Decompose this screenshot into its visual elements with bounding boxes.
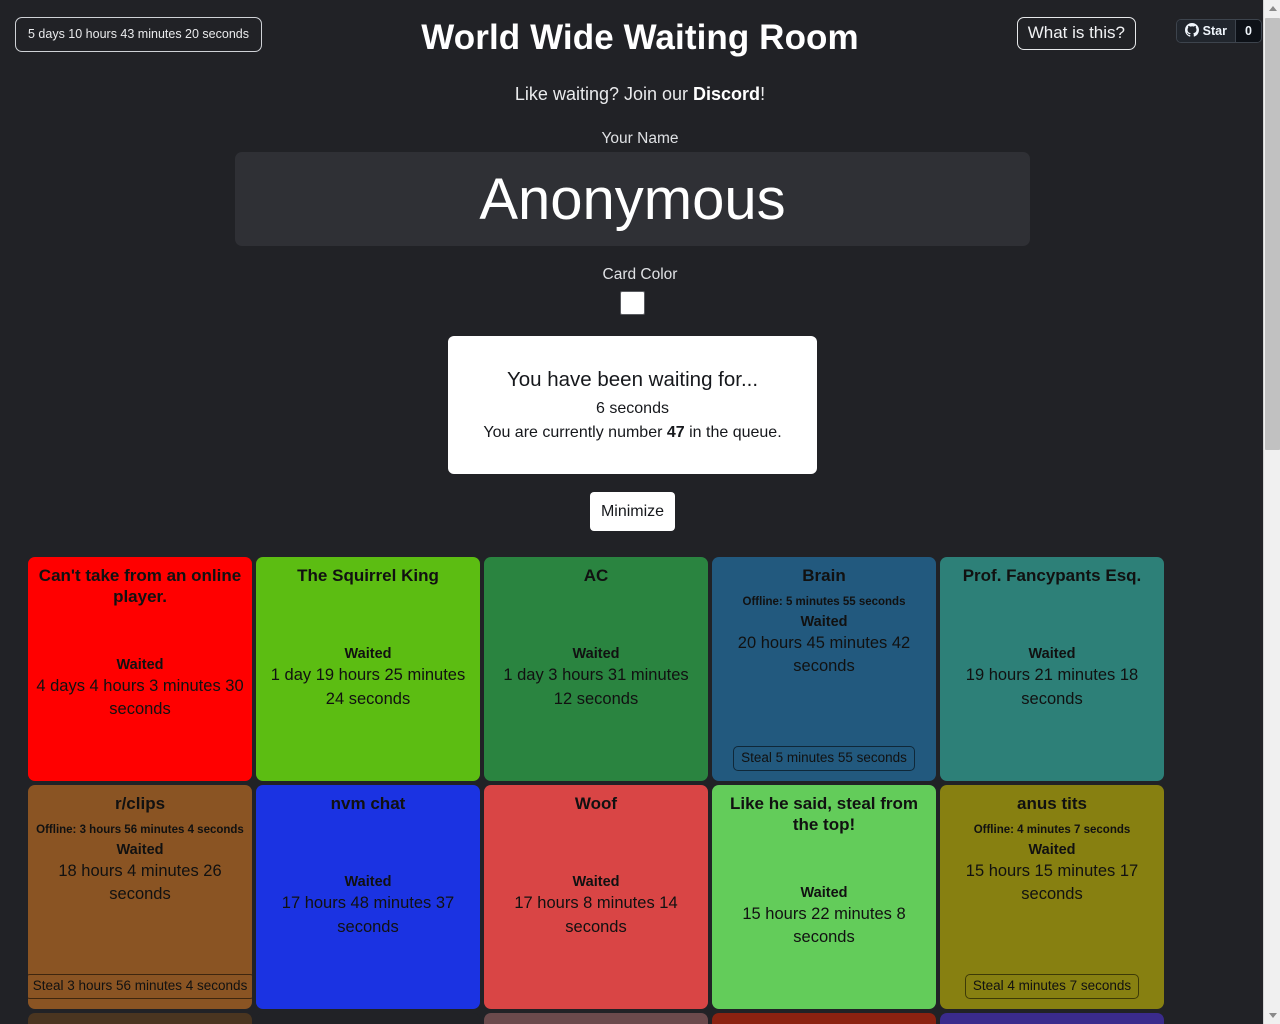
card-row: [28, 1013, 1179, 1024]
waiting-card-waited-block: Waited 4 days 4 hours 3 minutes 30 second…: [36, 607, 244, 771]
what-is-this-button[interactable]: What is this?: [1016, 17, 1136, 50]
waiting-card-name: Like he said, steal from the top!: [729, 794, 918, 834]
waiting-card-name: anus tits: [1017, 794, 1087, 813]
waiting-card[interactable]: Like he said, steal from the top! Waited 1…: [712, 785, 936, 1009]
steal-time-button[interactable]: Steal 3 hours 56 minutes 4 seconds: [28, 974, 252, 999]
waiting-card-waited-block: Waited 17 hours 8 minutes 14 seconds: [492, 815, 700, 999]
queue-prefix: You are currently number: [483, 423, 667, 441]
queue-suffix: in the queue.: [684, 423, 782, 441]
waiting-card[interactable]: Woof Waited 17 hours 8 minutes 14 seconds: [484, 785, 708, 1009]
page-root: 5 days 10 hours 43 minutes 20 seconds Wo…: [0, 0, 1280, 1024]
waiting-card-offline-status: Offline: 4 minutes 7 seconds: [973, 823, 1131, 836]
waited-value: 17 hours 48 minutes 37 seconds: [281, 894, 455, 936]
waited-value: 17 hours 8 minutes 14 seconds: [514, 894, 678, 936]
waiting-card-waited-block: Waited 20 hours 45 minutes 42 seconds: [720, 614, 928, 679]
waiting-card-name: Prof. Fancypants Esq.: [962, 566, 1142, 585]
discord-invite-suffix: !: [760, 84, 766, 104]
waited-label: Waited: [116, 656, 164, 673]
status-card: You have been waiting for... 6 seconds Y…: [448, 336, 817, 474]
card-row: r/clips Offline: 3 hours 56 minutes 4 sec…: [28, 785, 1179, 1009]
waited-label: Waited: [572, 646, 620, 663]
waited-label: Waited: [1028, 841, 1076, 858]
waiting-card[interactable]: nvm chat Waited 17 hours 48 minutes 37 sec…: [256, 785, 480, 1009]
waiting-card[interactable]: anus tits Offline: 4 minutes 7 seconds Wai…: [940, 785, 1164, 1009]
waited-label: Waited: [800, 884, 848, 901]
waited-value: 15 hours 15 minutes 17 seconds: [965, 861, 1139, 904]
waiting-card-name: r/clips: [114, 794, 166, 813]
waiting-card[interactable]: [940, 1013, 1164, 1024]
waiting-card[interactable]: AC Waited 1 day 3 hours 31 minutes 12 seco…: [484, 557, 708, 781]
waiting-card-name: The Squirrel King: [297, 566, 439, 585]
waiting-card-waited-block: Waited 18 hours 4 minutes 26 seconds: [36, 842, 244, 907]
github-icon: [1184, 22, 1199, 40]
waiting-card-waited-block: Waited 1 day 3 hours 31 minutes 12 second…: [492, 587, 700, 771]
waited-label: Waited: [1028, 646, 1076, 663]
status-elapsed: 6 seconds: [596, 399, 669, 417]
waiting-card-waited-block: Waited 17 hours 48 minutes 37 seconds: [264, 815, 472, 999]
scroll-down-arrow[interactable]: [1264, 1007, 1280, 1024]
minimize-button[interactable]: Minimize: [590, 492, 675, 531]
card-color-swatch[interactable]: [620, 291, 645, 315]
name-input[interactable]: [235, 152, 1030, 246]
waiting-card-name: Can't take from an online player.: [38, 566, 242, 606]
waiting-card-waited-block: Waited 15 hours 15 minutes 17 seconds: [948, 842, 1156, 907]
github-star-label: Star: [1202, 24, 1227, 38]
queue-number: 47: [666, 423, 685, 441]
waited-label: Waited: [800, 613, 848, 630]
waited-value: 20 hours 45 minutes 42 seconds: [737, 633, 911, 676]
waited-value: 15 hours 22 minutes 8 seconds: [742, 904, 906, 947]
name-field-label: Your Name: [601, 130, 679, 147]
waited-label: Waited: [344, 874, 392, 891]
steal-time-button[interactable]: Steal 4 minutes 7 seconds: [964, 974, 1140, 999]
discord-link[interactable]: Discord: [693, 84, 760, 104]
waiting-card[interactable]: Can't take from an online player. Waited 4…: [28, 557, 252, 781]
scrollbar-thumb[interactable]: [1265, 18, 1280, 450]
waiting-card-name: Brain: [802, 566, 846, 585]
waiting-card-waited-block: Waited 19 hours 21 minutes 18 seconds: [948, 587, 1156, 771]
waiting-card-waited-block: Waited 1 day 19 hours 25 minutes 24 secon…: [264, 587, 472, 771]
github-star-main[interactable]: Star: [1176, 20, 1235, 42]
waiting-card-waited-block: Waited 15 hours 22 minutes 8 seconds: [720, 835, 928, 999]
waiting-card[interactable]: Brain Offline: 5 minutes 55 seconds Waited…: [712, 557, 936, 781]
status-heading: You have been waiting for...: [506, 368, 759, 391]
discord-invite-prefix: Like waiting? Join our: [514, 84, 694, 104]
waited-value: 18 hours 4 minutes 26 seconds: [58, 861, 222, 904]
waiting-card-name: AC: [583, 566, 609, 585]
waiting-room-card-grid: Can't take from an online player. Waited 4…: [28, 557, 1179, 1024]
waiting-card[interactable]: The Squirrel King Waited 1 day 19 hours 25…: [256, 557, 480, 781]
waited-label: Waited: [116, 841, 164, 858]
color-field-label: Card Color: [602, 266, 678, 283]
waiting-card-offline-status: Offline: 5 minutes 55 seconds: [742, 595, 906, 608]
waited-value: 1 day 19 hours 25 minutes 24 seconds: [270, 666, 466, 708]
discord-invite-line: Like waiting? Join our Discord!: [0, 84, 1280, 105]
waited-label: Waited: [344, 646, 392, 663]
waiting-card-name: Woof: [574, 794, 618, 813]
waiting-card[interactable]: [28, 1013, 252, 1024]
waiting-card[interactable]: [484, 1013, 708, 1024]
github-star-button[interactable]: Star 0: [1175, 19, 1262, 43]
steal-time-button[interactable]: Steal 5 minutes 55 seconds: [733, 746, 915, 771]
card-row: Can't take from an online player. Waited 4…: [28, 557, 1179, 781]
waited-value: 19 hours 21 minutes 18 seconds: [965, 666, 1139, 708]
page-scrollbar[interactable]: [1263, 0, 1280, 1024]
waited-label: Waited: [572, 874, 620, 891]
waiting-card[interactable]: [712, 1013, 936, 1024]
scroll-up-arrow[interactable]: [1264, 0, 1280, 17]
status-queue-position: You are currently number 47 in the queue…: [448, 424, 817, 442]
github-star-count: 0: [1235, 20, 1261, 42]
waiting-card[interactable]: r/clips Offline: 3 hours 56 minutes 4 sec…: [28, 785, 252, 1009]
waiting-card-name: nvm chat: [330, 794, 406, 813]
waiting-card[interactable]: Prof. Fancypants Esq. Waited 19 hours 21 m…: [940, 557, 1164, 781]
waited-value: 1 day 3 hours 31 minutes 12 seconds: [503, 666, 689, 708]
waited-value: 4 days 4 hours 3 minutes 30 seconds: [36, 676, 244, 719]
waiting-card-offline-status: Offline: 3 hours 56 minutes 4 seconds: [36, 823, 244, 836]
waiting-card[interactable]: [256, 1013, 480, 1024]
